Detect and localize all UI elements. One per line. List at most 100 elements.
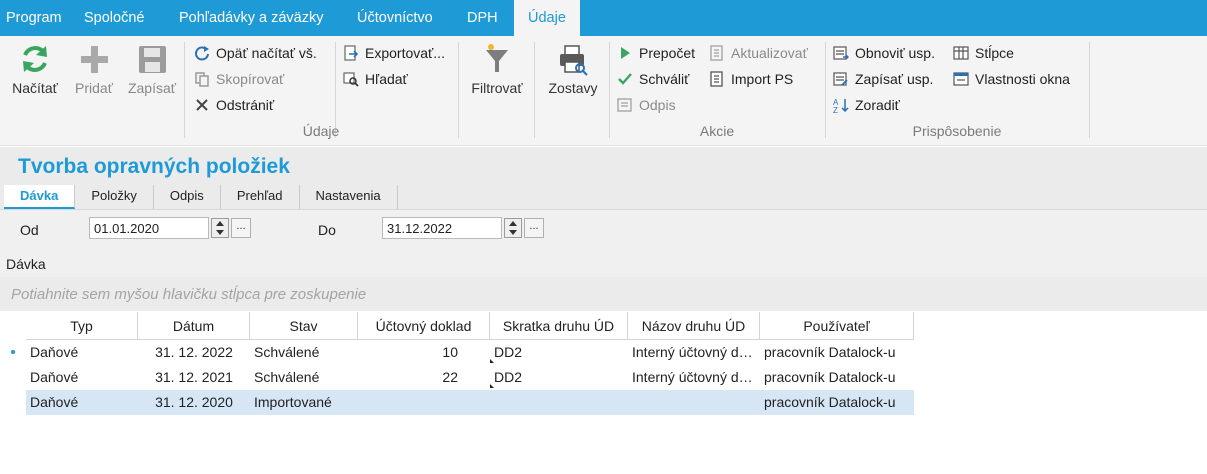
ribbon: Načítať Pridať Zapísať Opäť načítať vš. … <box>0 36 1207 146</box>
menu-program[interactable]: Program <box>0 0 62 36</box>
columns-label: Stĺpce <box>975 45 1014 61</box>
recalc-label: Prepočet <box>639 45 696 61</box>
delete-button[interactable]: Odstrániť <box>194 94 274 116</box>
cell-skratka-text: DD2 <box>494 369 523 385</box>
tab-polozky[interactable]: Položky <box>75 185 154 209</box>
column-header-skratka[interactable]: Skratka druhu ÚD <box>490 312 628 340</box>
window-properties-button[interactable]: Vlastnosti okna <box>953 68 1070 90</box>
menu-dph[interactable]: DPH <box>461 0 498 36</box>
filter-row: Od ... Do ... <box>0 209 1207 245</box>
table-row[interactable]: Daňové 31. 12. 2020 Importované pracovní… <box>26 390 914 415</box>
cell-typ: Daňové <box>30 394 79 410</box>
floppy-icon <box>139 46 166 73</box>
plus-icon <box>81 46 108 73</box>
window-icon <box>953 72 969 86</box>
column-header-datum[interactable]: Dátum <box>138 312 250 340</box>
reload-icon <box>195 46 209 61</box>
tab-nastavenia[interactable]: Nastavenia <box>299 185 398 209</box>
save-button[interactable]: Zapísať <box>124 42 180 96</box>
check-icon <box>618 73 632 85</box>
date-from-picker-button[interactable]: ... <box>231 218 251 238</box>
import-icon <box>710 71 723 87</box>
group-by-hint: Potiahnite sem myšou hlavičku stĺpca pre… <box>11 286 367 303</box>
add-label: Pridať <box>75 80 113 96</box>
close-icon <box>196 99 208 111</box>
date-from-label: Od <box>20 222 39 238</box>
recalc-button[interactable]: Prepočet <box>617 42 695 64</box>
column-header-uctovny-doklad[interactable]: Účtovný doklad <box>358 312 490 340</box>
update-icon <box>710 45 723 61</box>
export-button[interactable]: Exportovať... <box>343 42 445 64</box>
date-from-input[interactable] <box>89 217 209 239</box>
tab-odpis[interactable]: Odpis <box>153 185 221 209</box>
date-to-spinner[interactable] <box>504 218 522 238</box>
find-button[interactable]: Hľadať <box>343 68 408 90</box>
copy-button[interactable]: Skopírovať <box>194 68 284 90</box>
cell-datum: 31. 12. 2021 <box>155 369 233 385</box>
sort-button[interactable]: A Z Zoradiť <box>833 94 900 116</box>
columns-button[interactable]: Stĺpce <box>953 42 1014 64</box>
writeoff-icon <box>617 98 632 112</box>
column-header-stav[interactable]: Stav <box>250 312 358 340</box>
load-button[interactable]: Načítať <box>8 42 62 96</box>
title-area: Tvorba opravných položiek Dávka Položky … <box>0 147 1207 209</box>
cell-skratka: DD2 <box>490 365 628 390</box>
group-label-akcie: Akcie <box>699 123 735 139</box>
menu-spolocne[interactable]: Spoločné <box>78 0 144 36</box>
menu-uctovnictvo[interactable]: Účtovníctvo <box>351 0 433 36</box>
update-button[interactable]: Aktualizovať <box>709 42 808 64</box>
group-by-panel[interactable]: Potiahnite sem myšou hlavičku stĺpca pre… <box>0 277 1207 311</box>
add-button[interactable]: Pridať <box>70 42 118 96</box>
table-row[interactable]: Daňové 31. 12. 2021 Schválené 22 DD2 Int… <box>26 365 914 390</box>
cell-datum: 31. 12. 2020 <box>155 394 233 410</box>
cell-marker-icon <box>490 384 494 388</box>
writeoff-button[interactable]: Odpis <box>617 94 676 116</box>
batch-section: Dávka Potiahnite sem myšou hlavičku stĺp… <box>0 245 1207 311</box>
reports-button[interactable]: Zostavy <box>542 42 604 96</box>
copy-label: Skopírovať <box>216 71 285 87</box>
group-label-udaje: Údaje <box>302 123 340 139</box>
cell-stav: Schválené <box>254 369 320 385</box>
refresh-icon <box>23 46 47 72</box>
cell-skratka <box>490 390 628 415</box>
date-to-picker-button[interactable]: ... <box>524 218 544 238</box>
column-header-pouzivatel[interactable]: Používateľ <box>760 312 914 340</box>
column-header-nazov[interactable]: Názov druhu ÚD <box>628 312 760 340</box>
restore-layout-icon <box>833 46 849 60</box>
restore-layout-button[interactable]: Obnoviť usp. <box>833 42 935 64</box>
cell-pouzivatel: pracovník Datalock-u <box>764 369 896 385</box>
cell-stav: Schválené <box>254 344 320 360</box>
reload-all-button[interactable]: Opäť načítať vš. <box>194 42 317 64</box>
save-layout-icon <box>833 72 848 86</box>
column-header-typ[interactable]: Typ <box>26 312 138 340</box>
cell-uctovny-doklad: 22 <box>442 369 458 385</box>
save-layout-button[interactable]: Zapísať usp. <box>833 68 933 90</box>
tab-prehlad[interactable]: Prehľad <box>220 185 300 209</box>
svg-text:Z: Z <box>833 106 838 113</box>
approve-button[interactable]: Schváliť <box>617 68 689 90</box>
table-row[interactable]: Daňové 31. 12. 2022 Schválené 10 DD2 Int… <box>26 340 914 365</box>
batch-grid: Typ Dátum Stav Účtovný doklad Skratka dr… <box>0 312 1207 474</box>
date-from-spinner[interactable] <box>211 218 229 238</box>
save-layout-label: Zapísať usp. <box>855 71 934 87</box>
tab-davka[interactable]: Dávka <box>4 185 76 209</box>
export-icon <box>344 45 359 61</box>
menu-pohladavky[interactable]: Pohľadávky a záväzky <box>173 0 323 36</box>
import-ps-button[interactable]: Import PS <box>709 68 793 90</box>
date-to-label: Do <box>318 222 336 238</box>
printer-icon <box>560 45 588 76</box>
cell-nazov <box>628 390 760 415</box>
cell-typ: Daňové <box>30 344 79 360</box>
ribbon-separator <box>1089 42 1090 138</box>
ribbon-separator <box>534 42 535 138</box>
reload-all-label: Opäť načítať vš. <box>216 45 317 61</box>
copy-icon <box>195 72 209 87</box>
sort-icon: A Z <box>833 98 849 113</box>
cell-pouzivatel: pracovník Datalock-u <box>764 394 896 410</box>
menu-udaje[interactable]: Údaje <box>514 0 580 36</box>
filter-button[interactable]: Filtrovať <box>466 42 528 96</box>
date-to-input[interactable] <box>382 217 502 239</box>
cell-marker-icon <box>490 359 494 363</box>
save-label: Zapísať <box>127 80 177 96</box>
columns-icon <box>953 46 969 60</box>
